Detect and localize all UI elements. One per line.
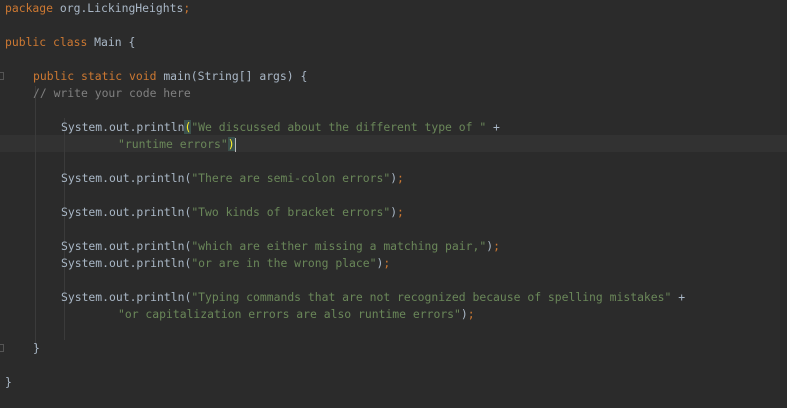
string-literal: "runtime errors" [118, 137, 228, 151]
string-literal: "Typing commands that are not recognized… [191, 290, 672, 304]
comment: // write your code here [33, 86, 191, 100]
code-line-println-5[interactable]: System.out.println("or are in the wrong … [61, 255, 390, 272]
keyword: void [122, 69, 157, 83]
semicolon: ; [383, 256, 391, 270]
method-signature: main(String[] args) { [156, 69, 308, 83]
keyword: class [46, 35, 88, 49]
method-call: System.out.println( [61, 290, 192, 304]
code-line-println-6[interactable]: System.out.println("Typing commands that… [61, 289, 685, 306]
keyword: package [5, 1, 54, 15]
text-caret [234, 137, 236, 152]
code-line-println-4[interactable]: System.out.println("which are either mis… [61, 238, 500, 255]
matched-paren: ) [227, 137, 235, 151]
semicolon: ; [397, 205, 404, 219]
code-editor[interactable]: package org.LickingHeights; public class… [0, 0, 787, 408]
closing-brace: } [33, 341, 40, 355]
keyword: static [74, 69, 123, 83]
operator: + [671, 290, 686, 304]
string-literal: "or are in the wrong place" [191, 256, 377, 270]
semicolon: ; [397, 171, 404, 185]
indent-guide [64, 118, 65, 340]
fold-marker-icon[interactable] [0, 72, 4, 80]
string-literal: "Two kinds of bracket errors" [191, 205, 391, 219]
code-line-println-1[interactable]: System.out.println("We discussed about t… [61, 119, 500, 136]
semicolon: ; [467, 307, 475, 321]
method-call: System.out.println( [61, 256, 192, 270]
indent-guide [35, 86, 36, 348]
class-name: Main { [87, 35, 136, 49]
string-literal: "which are either missing a matching pai… [191, 239, 487, 253]
string-literal: "or capitalization errors are also runti… [118, 307, 461, 321]
code-line-comment[interactable]: // write your code here [33, 85, 191, 102]
code-line-println-3[interactable]: System.out.println("Two kinds of bracket… [61, 204, 404, 221]
string-literal: "We discussed about the different type o… [191, 120, 487, 134]
closing-brace: } [5, 375, 12, 389]
code-line-println-6-cont[interactable]: "or capitalization errors are also runti… [118, 306, 475, 323]
keyword: public [33, 69, 75, 83]
method-call: System.out.println( [61, 239, 192, 253]
string-literal: "There are semi-colon errors" [191, 171, 391, 185]
code-line-class[interactable]: public class Main { [5, 34, 135, 51]
keyword: public [5, 35, 47, 49]
code-line-package[interactable]: package org.LickingHeights; [5, 0, 190, 17]
method-call: System.out.println( [61, 205, 192, 219]
semicolon: ; [183, 1, 191, 15]
code-line-close-class[interactable]: } [5, 374, 12, 391]
code-line-println-2[interactable]: System.out.println("There are semi-colon… [61, 170, 404, 187]
code-line-main[interactable]: public static void main(String[] args) { [33, 68, 307, 85]
method-call: System.out.println( [61, 171, 192, 185]
method-call: System.out.println [61, 120, 185, 134]
semicolon: ; [493, 239, 500, 253]
code-line-println-1-cont[interactable]: "runtime errors") [118, 136, 236, 153]
package-name: org.LickingHeights [53, 1, 184, 15]
code-line-close-method[interactable]: } [33, 340, 40, 357]
fold-marker-icon[interactable] [0, 344, 4, 352]
close-paren: ) [460, 307, 468, 321]
operator: + [486, 120, 500, 134]
